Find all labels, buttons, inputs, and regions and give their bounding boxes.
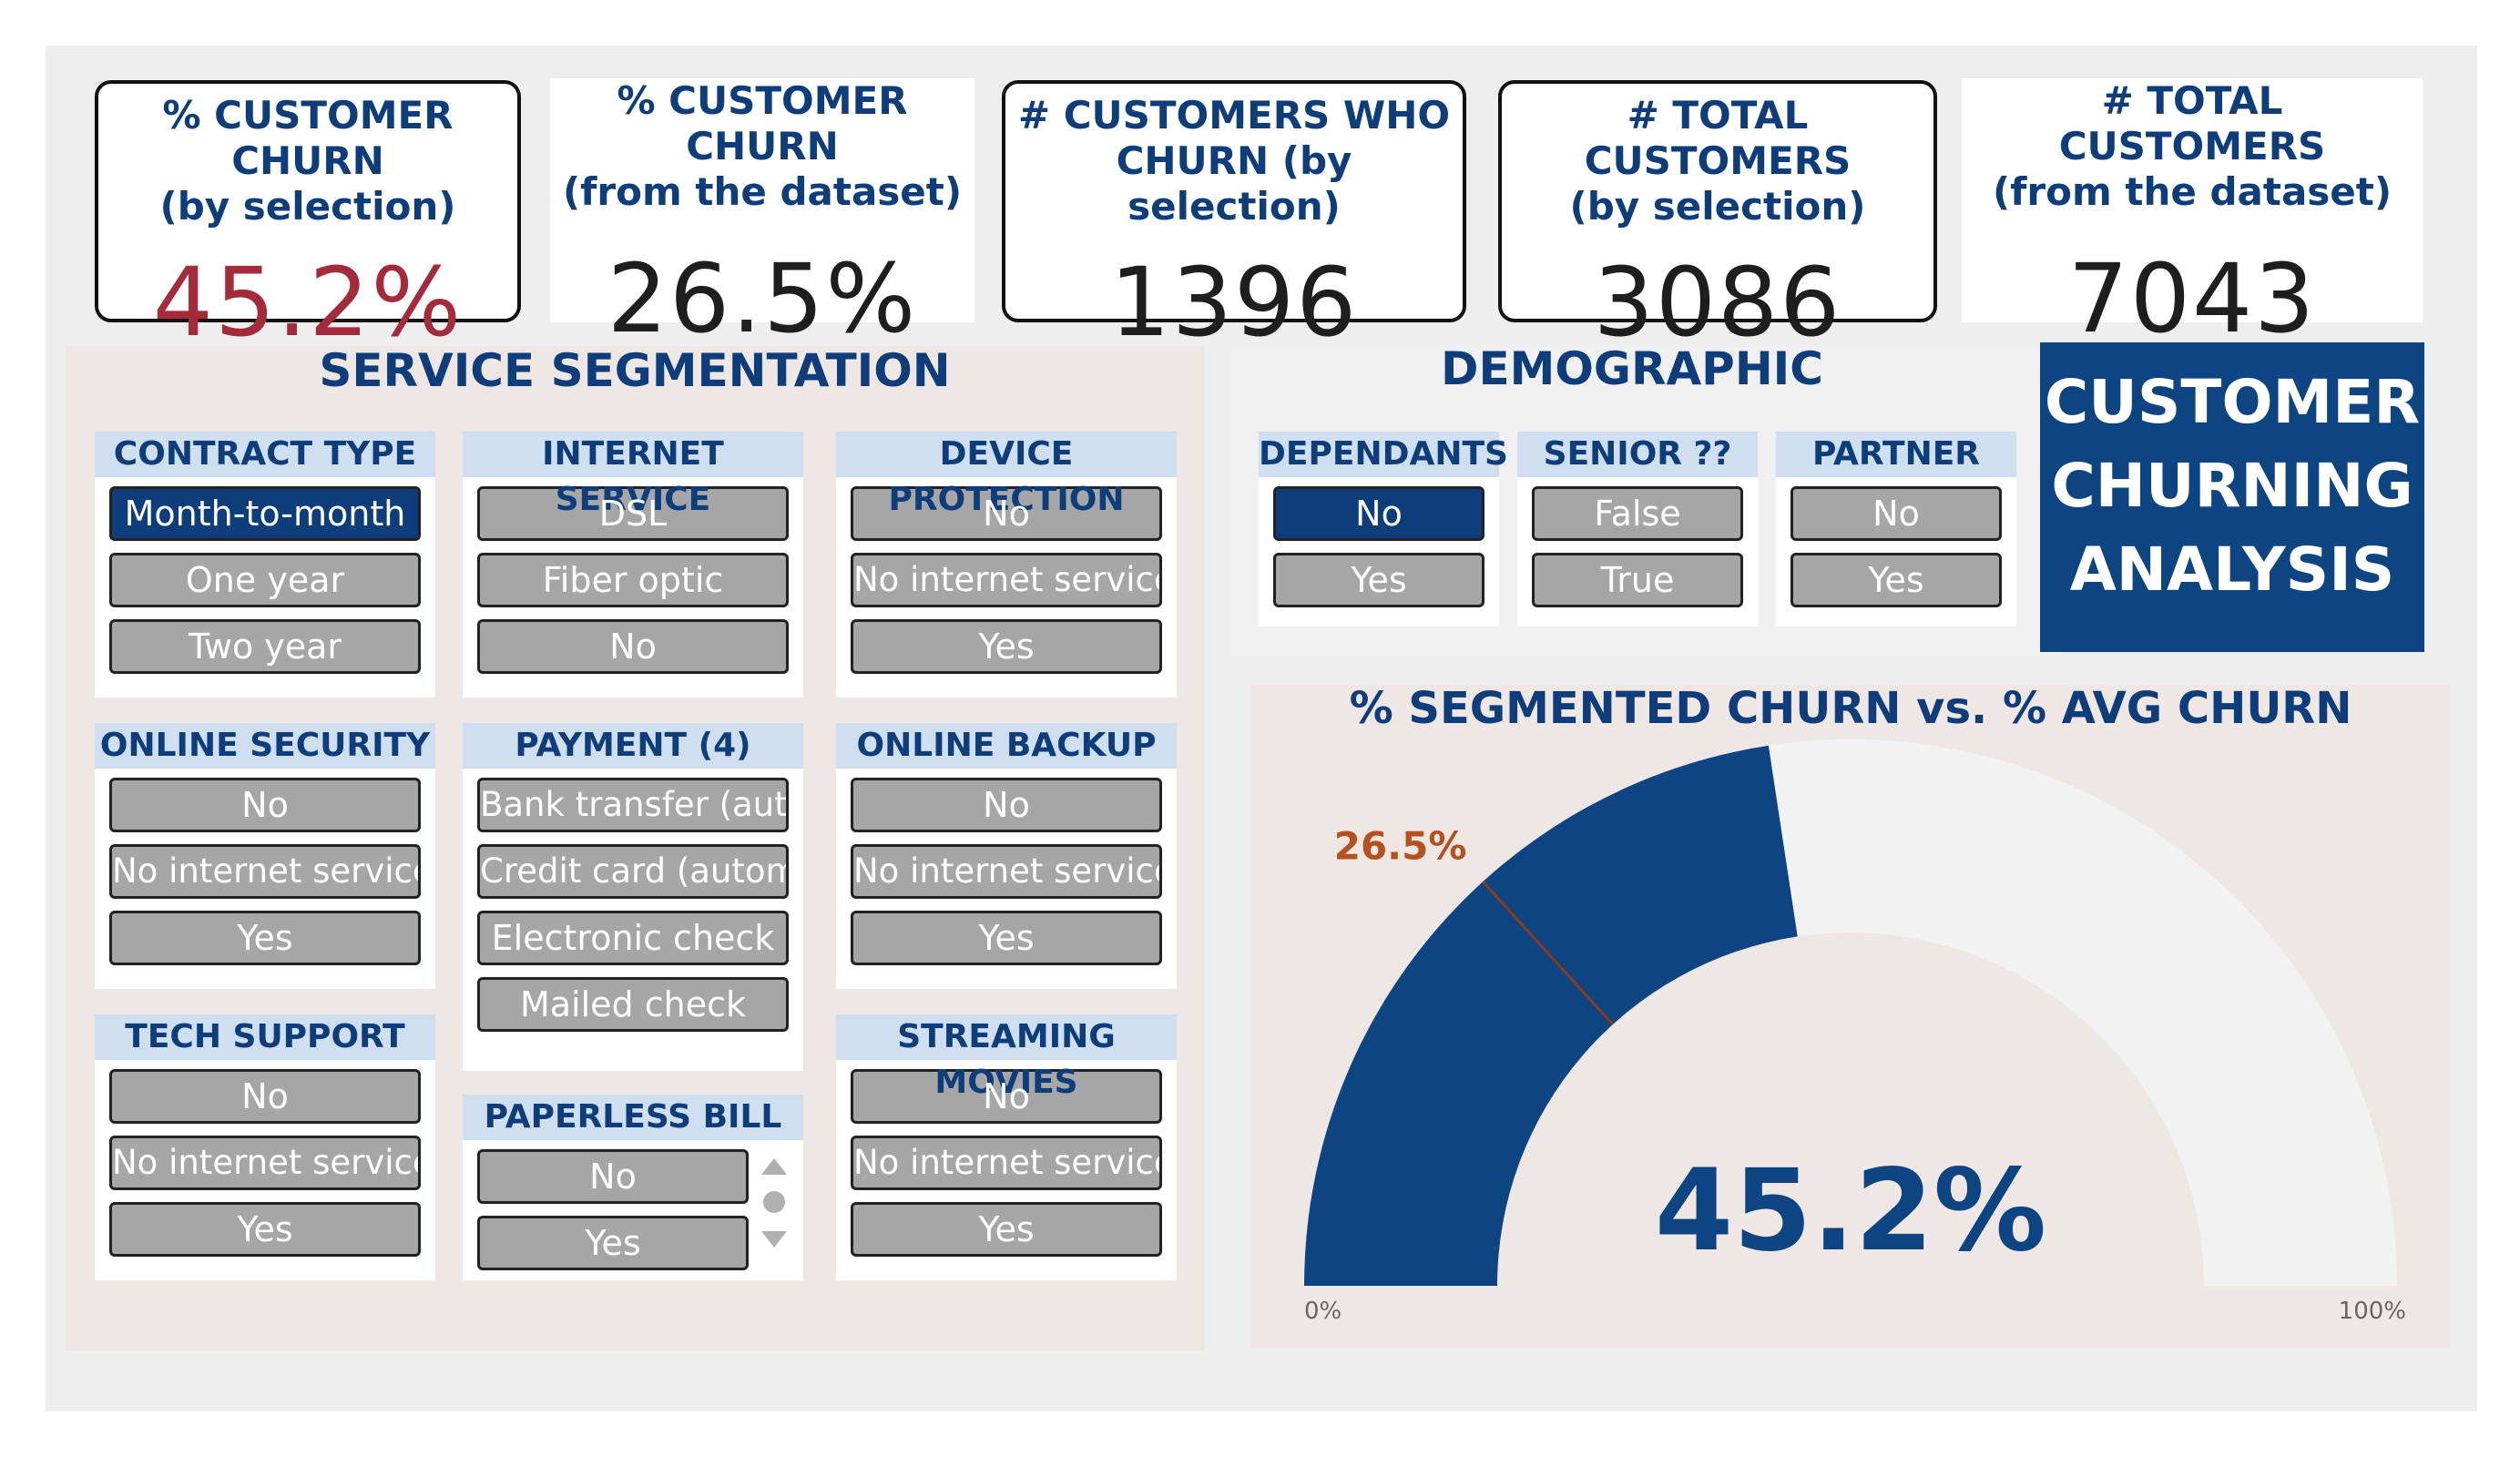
payment-option-credit[interactable]: Credit card (automa xyxy=(477,844,789,899)
dependants-option-yes[interactable]: Yes xyxy=(1273,553,1484,607)
gauge-target-label: 26.5% xyxy=(1334,823,1467,868)
online-security-slicer: ONLINE SECURITY No No internet service Y… xyxy=(95,723,435,989)
partner-option-yes[interactable]: Yes xyxy=(1791,553,2002,607)
kpi-title-line1: % CUSTOMER CHURN xyxy=(617,78,908,168)
slicer-header: ONLINE BACKUP xyxy=(836,723,1177,769)
paperless-option-no[interactable]: No xyxy=(477,1149,749,1204)
contract-type-slicer: CONTRACT TYPE Month-to-month One year Tw… xyxy=(95,432,435,698)
internet-option-no[interactable]: No xyxy=(477,619,789,674)
movies-option-yes[interactable]: Yes xyxy=(851,1202,1162,1257)
kpi-title-line1: % CUSTOMER CHURN xyxy=(162,93,454,183)
scroll-up-icon[interactable] xyxy=(761,1158,787,1175)
kpi-title: % CUSTOMER CHURN (from the dataset) xyxy=(550,78,974,215)
kpi-value: 7043 xyxy=(2067,243,2317,354)
paperless-bill-slicer: PAPERLESS BILL No Yes xyxy=(463,1095,803,1280)
tech-option-yes[interactable]: Yes xyxy=(109,1202,421,1257)
kpi-title-line2: (by selection) xyxy=(1569,184,1866,229)
kpi-title-line2: (by selection) xyxy=(159,184,456,229)
kpi-title-line1: # TOTAL CUSTOMERS xyxy=(1584,93,1852,183)
kpi-title: % CUSTOMER CHURN (by selection) xyxy=(98,93,517,229)
security-option-no[interactable]: No xyxy=(109,778,421,832)
senior-option-true[interactable]: True xyxy=(1532,553,1743,607)
tech-option-no[interactable]: No xyxy=(109,1069,421,1124)
slicer-header: PARTNER xyxy=(1776,432,2016,477)
kpi-title-line2: (from the dataset) xyxy=(1992,169,2392,214)
kpi-title-line1: # CUSTOMERS WHO xyxy=(1017,93,1451,138)
online-backup-slicer: ONLINE BACKUP No No internet service Yes xyxy=(836,723,1177,989)
payment-option-bank[interactable]: Bank transfer (auto xyxy=(477,778,789,832)
backup-option-no-internet[interactable]: No internet service xyxy=(851,844,1162,899)
slicer-header: CONTRACT TYPE xyxy=(95,432,435,477)
kpi-title: # CUSTOMERS WHO CHURN (by selection) xyxy=(1005,93,1463,229)
slicer-header: STREAMING MOVIES xyxy=(836,1014,1177,1101)
partner-slicer: PARTNER No Yes xyxy=(1776,432,2016,627)
kpi-title-line2: CHURN (by selection) xyxy=(1116,138,1352,229)
slicer-header: SENIOR ?? xyxy=(1517,432,1758,477)
device-protection-slicer: DEVICE PROTECTION No No internet service… xyxy=(836,432,1177,698)
dependants-slicer: DEPENDANTS No Yes xyxy=(1259,432,1508,627)
report-title-box: CUSTOMER CHURNING ANALYSIS xyxy=(2040,342,2424,652)
report-title-line3: ANALYSIS xyxy=(2069,535,2395,605)
slicer-header: DEPENDANTS xyxy=(1259,432,1508,477)
internet-service-slicer: INTERNET SERVICE DSL Fiber optic No xyxy=(463,432,803,698)
slicer-header: PAYMENT (4) xyxy=(463,723,803,769)
kpi-churn-selection-card: % CUSTOMER CHURN (by selection) 45.2% xyxy=(95,80,521,357)
slicer-header: PAPERLESS BILL xyxy=(463,1095,803,1140)
device-option-no-internet[interactable]: No internet service xyxy=(851,553,1162,607)
payment-option-electronic[interactable]: Electronic check xyxy=(477,911,789,965)
payment-slicer: PAYMENT (4) Bank transfer (auto Credit c… xyxy=(463,723,803,1071)
kpi-value: 1396 xyxy=(1109,247,1359,358)
report-title-line2: CHURNING xyxy=(2051,451,2413,521)
security-option-no-internet[interactable]: No internet service xyxy=(109,844,421,899)
movies-option-no-internet[interactable]: No internet service xyxy=(851,1136,1162,1190)
senior-slicer: SENIOR ?? False True xyxy=(1517,432,1758,627)
tech-option-no-internet[interactable]: No internet service xyxy=(109,1136,421,1190)
kpi-churn-dataset-card: % CUSTOMER CHURN (from the dataset) 26.5% xyxy=(550,78,974,353)
slicer-header: DEVICE PROTECTION xyxy=(836,432,1177,518)
slicer-header: TECH SUPPORT xyxy=(95,1014,435,1060)
device-option-yes[interactable]: Yes xyxy=(851,619,1162,674)
senior-option-false[interactable]: False xyxy=(1532,486,1743,541)
gauge-value-label: 45.2% xyxy=(1655,1146,2046,1277)
internet-option-fiber[interactable]: Fiber optic xyxy=(477,553,789,607)
paperless-option-yes[interactable]: Yes xyxy=(477,1216,749,1270)
scroll-thumb[interactable] xyxy=(763,1191,785,1213)
movies-option-no[interactable]: No xyxy=(851,1069,1162,1124)
tech-support-slicer: TECH SUPPORT No No internet service Yes xyxy=(95,1014,435,1280)
contract-option-one-year[interactable]: One year xyxy=(109,553,421,607)
payment-option-mailed[interactable]: Mailed check xyxy=(477,977,789,1032)
kpi-title-line2: (from the dataset) xyxy=(562,169,963,214)
security-option-yes[interactable]: Yes xyxy=(109,911,421,965)
scroll-down-icon[interactable] xyxy=(761,1231,787,1248)
internet-option-dsl[interactable]: DSL xyxy=(477,486,789,541)
kpi-value: 26.5% xyxy=(607,243,918,354)
partner-option-no[interactable]: No xyxy=(1791,486,2002,541)
contract-option-two-year[interactable]: Two year xyxy=(109,619,421,674)
service-segmentation-title: SERVICE SEGMENTATION xyxy=(319,344,951,397)
kpi-title: # TOTAL CUSTOMERS (by selection) xyxy=(1502,93,1933,229)
gauge-max-label: 100% xyxy=(2339,1298,2406,1325)
slicer-header: INTERNET SERVICE xyxy=(463,432,803,518)
slicer-header: ONLINE SECURITY xyxy=(95,723,435,769)
report-title-line1: CUSTOMER xyxy=(2044,367,2421,437)
kpi-value: 3086 xyxy=(1593,247,1842,358)
demographic-title: DEMOGRAPHIC xyxy=(1441,342,1823,395)
dependants-option-no[interactable]: No xyxy=(1273,486,1484,541)
kpi-total-selection-card: # TOTAL CUSTOMERS (by selection) 3086 xyxy=(1498,80,1937,357)
backup-option-no[interactable]: No xyxy=(851,778,1162,832)
kpi-customers-churn-card: # CUSTOMERS WHO CHURN (by selection) 1396 xyxy=(1002,80,1466,357)
kpi-title-line1: # TOTAL CUSTOMERS xyxy=(2058,78,2326,168)
streaming-movies-slicer: STREAMING MOVIES No No internet service … xyxy=(836,1014,1177,1280)
gauge-chart: 26.5% 45.2% 0% 100% xyxy=(1304,739,2406,1325)
gauge-min-label: 0% xyxy=(1304,1298,1342,1325)
contract-option-month[interactable]: Month-to-month xyxy=(109,486,421,541)
backup-option-yes[interactable]: Yes xyxy=(851,911,1162,965)
kpi-value: 45.2% xyxy=(152,247,464,358)
kpi-total-dataset-card: # TOTAL CUSTOMERS (from the dataset) 7043 xyxy=(1962,78,2423,353)
kpi-title: # TOTAL CUSTOMERS (from the dataset) xyxy=(1962,78,2423,215)
